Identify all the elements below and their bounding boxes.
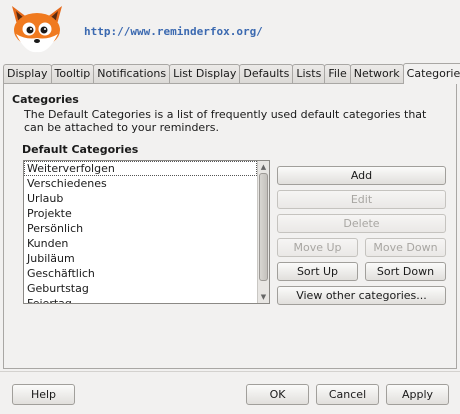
footer-separator	[0, 371, 460, 372]
header: http://www.reminderfox.org/	[0, 0, 460, 62]
category-list-items: Weiterverfolgen Verschiedenes Urlaub Pro…	[24, 161, 257, 303]
tab-tooltip[interactable]: Tooltip	[50, 64, 95, 83]
help-button[interactable]: Help	[12, 384, 75, 405]
add-button[interactable]: Add	[277, 166, 446, 185]
sort-down-button[interactable]: Sort Down	[365, 262, 446, 281]
scroll-down-arrow-icon[interactable]: ▼	[258, 292, 269, 302]
tab-lists[interactable]: Lists	[292, 64, 326, 83]
list-scrollbar[interactable]: ▲ ▼	[257, 161, 269, 303]
category-list[interactable]: Weiterverfolgen Verschiedenes Urlaub Pro…	[23, 160, 270, 304]
list-item[interactable]: Verschiedenes	[24, 176, 257, 191]
list-item[interactable]: Projekte	[24, 206, 257, 221]
section-title: Categories	[12, 93, 79, 106]
tab-network[interactable]: Network	[349, 64, 404, 83]
list-item[interactable]: Weiterverfolgen	[24, 161, 257, 176]
move-up-button: Move Up	[277, 238, 358, 257]
tab-bar: Display Tooltip Notifications List Displ…	[3, 63, 460, 84]
tab-file[interactable]: File	[324, 64, 351, 83]
website-link[interactable]: http://www.reminderfox.org/	[84, 25, 263, 38]
edit-button: Edit	[277, 190, 446, 209]
list-item[interactable]: Jubiläum	[24, 251, 257, 266]
list-item[interactable]: Geschäftlich	[24, 266, 257, 281]
view-other-categories-button[interactable]: View other categories...	[277, 286, 446, 305]
scrollbar-thumb[interactable]	[259, 173, 268, 281]
tab-display[interactable]: Display	[3, 64, 52, 83]
apply-button[interactable]: Apply	[386, 384, 449, 405]
categories-panel: Categories The Default Categories is a l…	[3, 83, 457, 369]
list-item[interactable]: Feiertag	[24, 296, 257, 303]
list-item[interactable]: Persönlich	[24, 221, 257, 236]
delete-button: Delete	[277, 214, 446, 233]
tab-list-display[interactable]: List Display	[169, 64, 241, 83]
tab-categories[interactable]: Categories	[402, 63, 460, 84]
cancel-button[interactable]: Cancel	[316, 384, 379, 405]
fox-icon	[12, 6, 62, 53]
scroll-up-arrow-icon[interactable]: ▲	[258, 162, 269, 172]
list-title: Default Categories	[22, 143, 139, 156]
tab-notifications[interactable]: Notifications	[93, 64, 171, 83]
list-item[interactable]: Geburtstag	[24, 281, 257, 296]
ok-button[interactable]: OK	[246, 384, 309, 405]
sort-up-button[interactable]: Sort Up	[277, 262, 358, 281]
section-description: The Default Categories is a list of freq…	[24, 108, 427, 134]
list-item[interactable]: Kunden	[24, 236, 257, 251]
list-item[interactable]: Urlaub	[24, 191, 257, 206]
move-down-button: Move Down	[365, 238, 446, 257]
tab-defaults[interactable]: Defaults	[239, 64, 294, 83]
